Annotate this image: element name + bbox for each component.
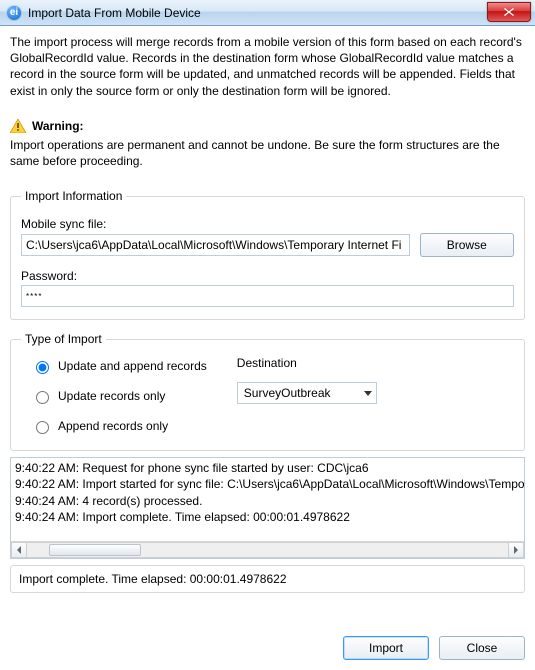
radio-update-only[interactable]: Update records only — [31, 388, 207, 404]
chevron-down-icon — [364, 391, 372, 396]
client-area: The import process will merge records fr… — [0, 26, 535, 670]
import-information-group: Import Information Mobile sync file: Bro… — [10, 189, 525, 320]
window-title: Import Data From Mobile Device — [28, 6, 201, 20]
close-button[interactable]: Close — [439, 636, 525, 660]
password-input[interactable] — [21, 285, 514, 307]
warning-heading: Warning: — [32, 119, 84, 133]
radio-append-only-label: Append records only — [58, 419, 168, 433]
caret-left-icon — [16, 546, 22, 554]
scroll-left-button[interactable] — [11, 542, 27, 558]
caret-right-icon — [513, 546, 519, 554]
destination-column: Destination SurveyOutbreak — [237, 354, 427, 438]
log-horizontal-scrollbar[interactable] — [11, 541, 524, 558]
sync-file-label: Mobile sync file: — [21, 217, 514, 231]
close-icon — [504, 8, 514, 16]
warning-icon — [10, 119, 26, 133]
window-close-button[interactable] — [487, 2, 531, 22]
import-information-legend: Import Information — [21, 189, 126, 203]
titlebar: ei Import Data From Mobile Device — [0, 0, 535, 26]
scroll-right-button[interactable] — [508, 542, 524, 558]
destination-combobox[interactable]: SurveyOutbreak — [237, 382, 377, 404]
dialog-footer: Import Close — [10, 636, 525, 660]
intro-text: The import process will merge records fr… — [10, 34, 525, 99]
status-text: Import complete. Time elapsed: 00:00:01.… — [10, 565, 525, 593]
warning-body: Import operations are permanent and cann… — [10, 137, 525, 169]
scroll-track[interactable] — [27, 542, 508, 558]
warning-block: Warning: Import operations are permanent… — [10, 119, 525, 169]
radio-update-append-label: Update and append records — [58, 359, 207, 373]
password-label: Password: — [21, 269, 514, 283]
app-icon: ei — [6, 5, 22, 21]
radio-append-only[interactable]: Append records only — [31, 418, 207, 434]
radio-update-only-label: Update records only — [58, 389, 165, 403]
radio-update-only-input[interactable] — [36, 391, 49, 404]
type-of-import-group: Type of Import Update and append records… — [10, 332, 525, 451]
destination-value: SurveyOutbreak — [244, 386, 331, 400]
dialog-window: ei Import Data From Mobile Device The im… — [0, 0, 535, 670]
log-line: 9:40:22 AM: Import started for sync file… — [15, 476, 522, 492]
radio-update-append[interactable]: Update and append records — [31, 358, 207, 374]
log-line: 9:40:22 AM: Request for phone sync file … — [15, 460, 522, 476]
import-button[interactable]: Import — [343, 636, 429, 660]
radio-update-append-input[interactable] — [36, 361, 49, 374]
radio-append-only-input[interactable] — [36, 421, 49, 434]
type-of-import-legend: Type of Import — [21, 332, 106, 346]
sync-file-input[interactable] — [21, 234, 410, 256]
scroll-thumb[interactable] — [49, 544, 141, 556]
import-type-radios: Update and append records Update records… — [21, 354, 207, 438]
log-line: 9:40:24 AM: 4 record(s) processed. — [15, 493, 522, 509]
log-line: 9:40:24 AM: Import complete. Time elapse… — [15, 509, 522, 525]
destination-label: Destination — [237, 356, 427, 370]
log-output[interactable]: 9:40:22 AM: Request for phone sync file … — [10, 457, 525, 559]
browse-button[interactable]: Browse — [420, 233, 514, 257]
